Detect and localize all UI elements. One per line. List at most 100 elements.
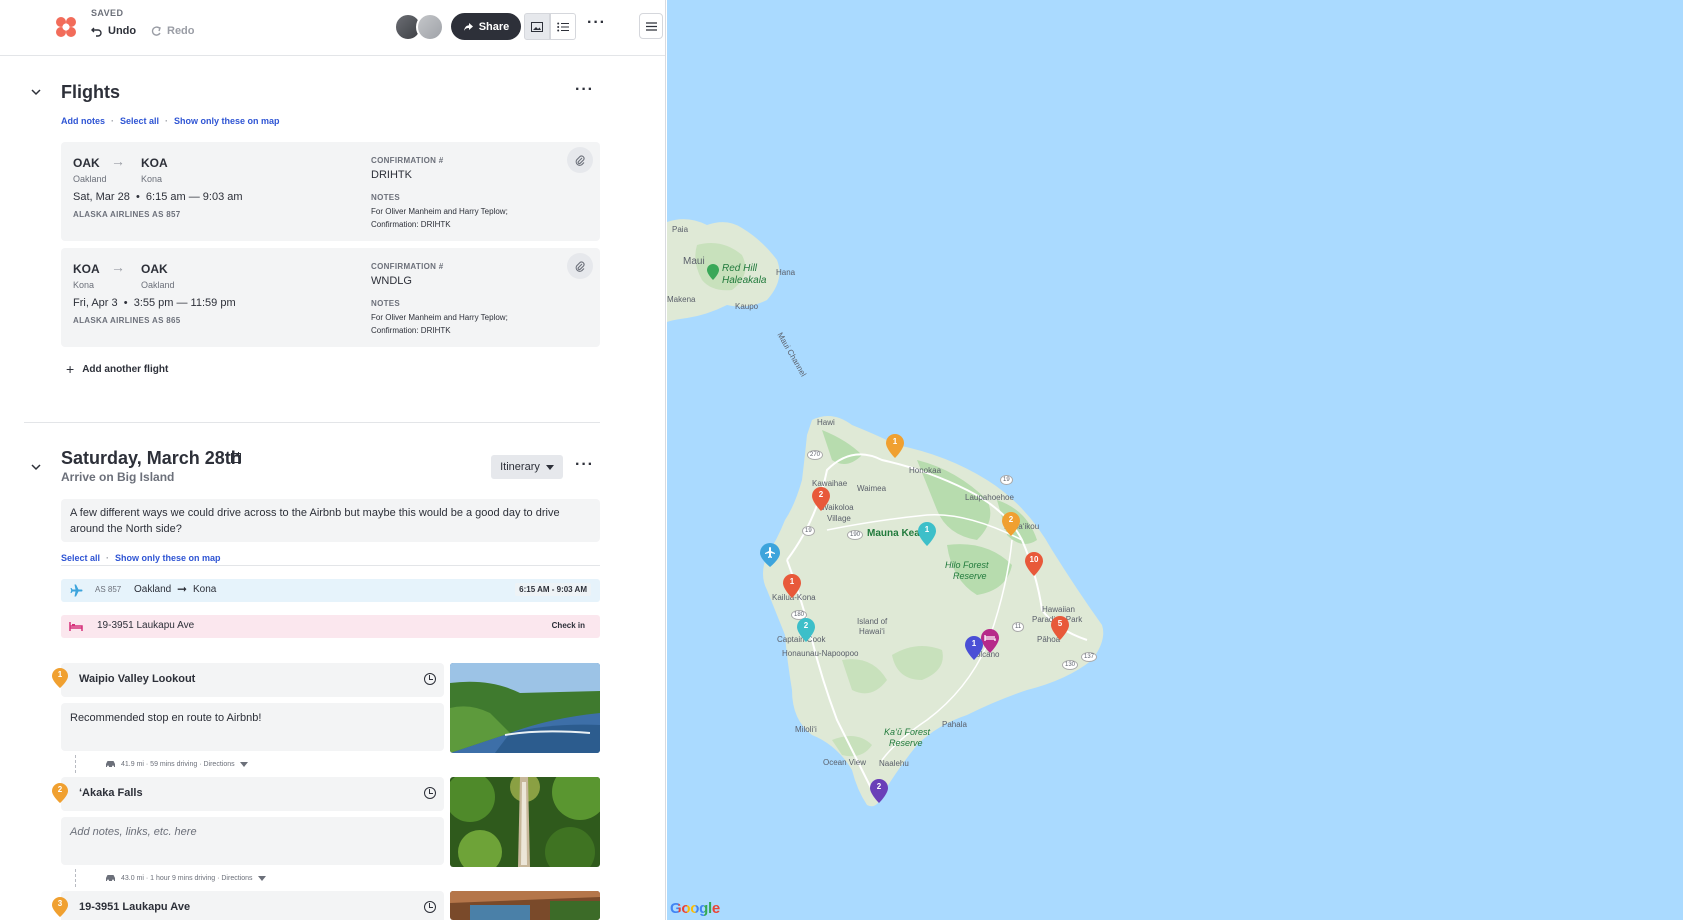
separator: · (165, 116, 169, 126)
hotel-summary-row[interactable]: 19-3951 Laukapu Ave Check in (61, 615, 600, 638)
list-view-toggle[interactable] (550, 13, 576, 40)
akaka-falls-image (450, 777, 600, 867)
park-marker-icon[interactable] (707, 264, 719, 280)
clock-icon[interactable] (424, 673, 436, 685)
bed-icon (69, 622, 83, 631)
map-label: Village (827, 514, 851, 523)
add-flight-button[interactable]: + Add another flight (66, 361, 168, 377)
map-label: Honokaa (909, 466, 942, 475)
hotel-marker-icon[interactable] (981, 629, 999, 653)
flights-more-icon[interactable]: ··· (575, 81, 594, 99)
redo-button[interactable]: Redo (150, 25, 195, 37)
view-mode-label: Itinerary (500, 461, 540, 473)
clock-icon[interactable] (424, 901, 436, 913)
confirmation-label: CONFIRMATION # (371, 156, 444, 165)
flight-notes-line: Confirmation: DRIHTK (371, 326, 451, 335)
calendar-icon[interactable] (231, 452, 241, 463)
share-label: Share (478, 20, 510, 33)
view-mode-dropdown[interactable]: Itinerary (491, 455, 563, 479)
place-note[interactable]: Recommended stop en route to Airbnb! (61, 703, 444, 751)
sidebar-toggle-button[interactable] (639, 13, 663, 39)
collapse-flights-icon[interactable] (31, 87, 41, 97)
map-view-toggle[interactable] (524, 13, 550, 40)
map-view[interactable]: Paia Maui Red Hill Haleakala Hana Makena… (667, 0, 1683, 920)
separator: · (106, 553, 110, 563)
flight-to-code: KOA (141, 156, 168, 170)
flight-notes-line: For Oliver Manheim and Harry Teplow; (371, 313, 508, 322)
place-header[interactable]: 19-3951 Laukapu Ave (61, 891, 444, 920)
share-button[interactable]: Share (451, 13, 521, 40)
day-note[interactable]: A few different ways we could drive acro… (61, 499, 600, 542)
flight-time: 6:15 AM - 9:03 AM (515, 583, 591, 596)
map-pin-number: 2 (818, 490, 824, 499)
flight-summary-row[interactable]: AS 857 Oakland ➞ Kona 6:15 AM - 9:03 AM (61, 579, 600, 602)
day-links: Select all · Show only these on map (61, 553, 221, 563)
caret-down-icon[interactable] (239, 761, 248, 767)
route-shield: 19 (1000, 475, 1013, 485)
flight-notes: For Oliver Manheim and Harry Teplow; Con… (371, 311, 508, 337)
arrow-right-icon: → (111, 153, 125, 169)
notes-label: NOTES (371, 299, 401, 308)
flight-card[interactable]: KOA Kona → OAK Oakland Fri, Apr 3 • 3:55… (61, 248, 600, 347)
caret-down-icon[interactable] (257, 875, 266, 881)
map-label: Hilo Forest (945, 560, 989, 570)
map-label: Red Hill (722, 263, 758, 274)
route-shield: 190 (847, 530, 864, 540)
directions-link[interactable]: Directions (203, 761, 234, 768)
itinerary-panel: SAVED Undo Redo Share ··· Flights ··· Ad… (0, 0, 666, 920)
map-label: Reserve (953, 571, 987, 581)
clock-icon[interactable] (424, 787, 436, 799)
show-on-map-link[interactable]: Show only these on map (174, 116, 280, 126)
flight-card[interactable]: OAK Oakland → KOA Kona Sat, Mar 28 • 6:1… (61, 142, 600, 241)
place-header[interactable]: ‘Akaka Falls (61, 777, 444, 811)
place-photo[interactable] (450, 777, 600, 867)
travel-info[interactable]: 43.0 mi · 1 hour 9 mins driving · Direct… (105, 874, 266, 882)
top-bar: SAVED Undo Redo Share ··· (0, 0, 665, 56)
add-notes-link[interactable]: Add notes (61, 116, 105, 126)
hotel-name: 19-3951 Laukapu Ave (97, 620, 195, 631)
attach-button[interactable] (567, 147, 593, 173)
day-more-icon[interactable]: ··· (575, 456, 594, 474)
select-all-link[interactable]: Select all (61, 553, 100, 563)
place-note-input[interactable]: Add notes, links, etc. here (61, 817, 444, 865)
list-icon (557, 22, 569, 31)
place-photo[interactable] (450, 663, 600, 753)
map-label: Haleakala (722, 275, 767, 286)
place-number: 2 (57, 785, 63, 794)
map-label: Island of (857, 617, 888, 626)
travel-info[interactable]: 41.9 mi · 59 mins driving · Directions (105, 760, 248, 768)
map-label: Hawai‘i (859, 627, 885, 636)
undo-label: Undo (108, 25, 137, 37)
paperclip-icon (575, 261, 585, 272)
google-logo: Google (670, 900, 720, 917)
map-canvas[interactable] (667, 0, 1683, 920)
map-label: Makena (667, 295, 696, 304)
select-all-link[interactable]: Select all (120, 116, 159, 126)
app-logo-icon[interactable] (54, 15, 78, 39)
avatar[interactable] (416, 13, 444, 41)
more-options-icon[interactable]: ··· (587, 14, 606, 32)
place-photo[interactable] (450, 891, 600, 920)
route-connector (75, 755, 76, 773)
share-icon (463, 22, 473, 31)
flight-airline: ALASKA AIRLINES AS 857 (73, 210, 181, 219)
flights-title: Flights (61, 82, 120, 102)
flight-to-city: Oakland (141, 280, 175, 290)
route-shield: 137 (1081, 652, 1098, 662)
map-label: Maui (683, 256, 705, 267)
airport-marker-icon[interactable] (760, 543, 780, 567)
undo-button[interactable]: Undo (91, 25, 136, 37)
divider (61, 565, 600, 566)
place-name: Waipio Valley Lookout (79, 673, 196, 685)
place-header[interactable]: Waipio Valley Lookout (61, 663, 444, 697)
show-on-map-link[interactable]: Show only these on map (115, 553, 221, 563)
flight-from-city: Kona (73, 280, 95, 290)
map-label: Kaupo (735, 302, 759, 311)
directions-link[interactable]: Directions (221, 875, 252, 882)
waipio-valley-image (450, 663, 600, 753)
map-pin-number: 5 (1057, 619, 1063, 628)
collaborators[interactable] (394, 13, 446, 41)
attach-button[interactable] (567, 253, 593, 279)
collapse-day-icon[interactable] (31, 462, 41, 472)
confirmation-number: WNDLG (371, 275, 412, 287)
